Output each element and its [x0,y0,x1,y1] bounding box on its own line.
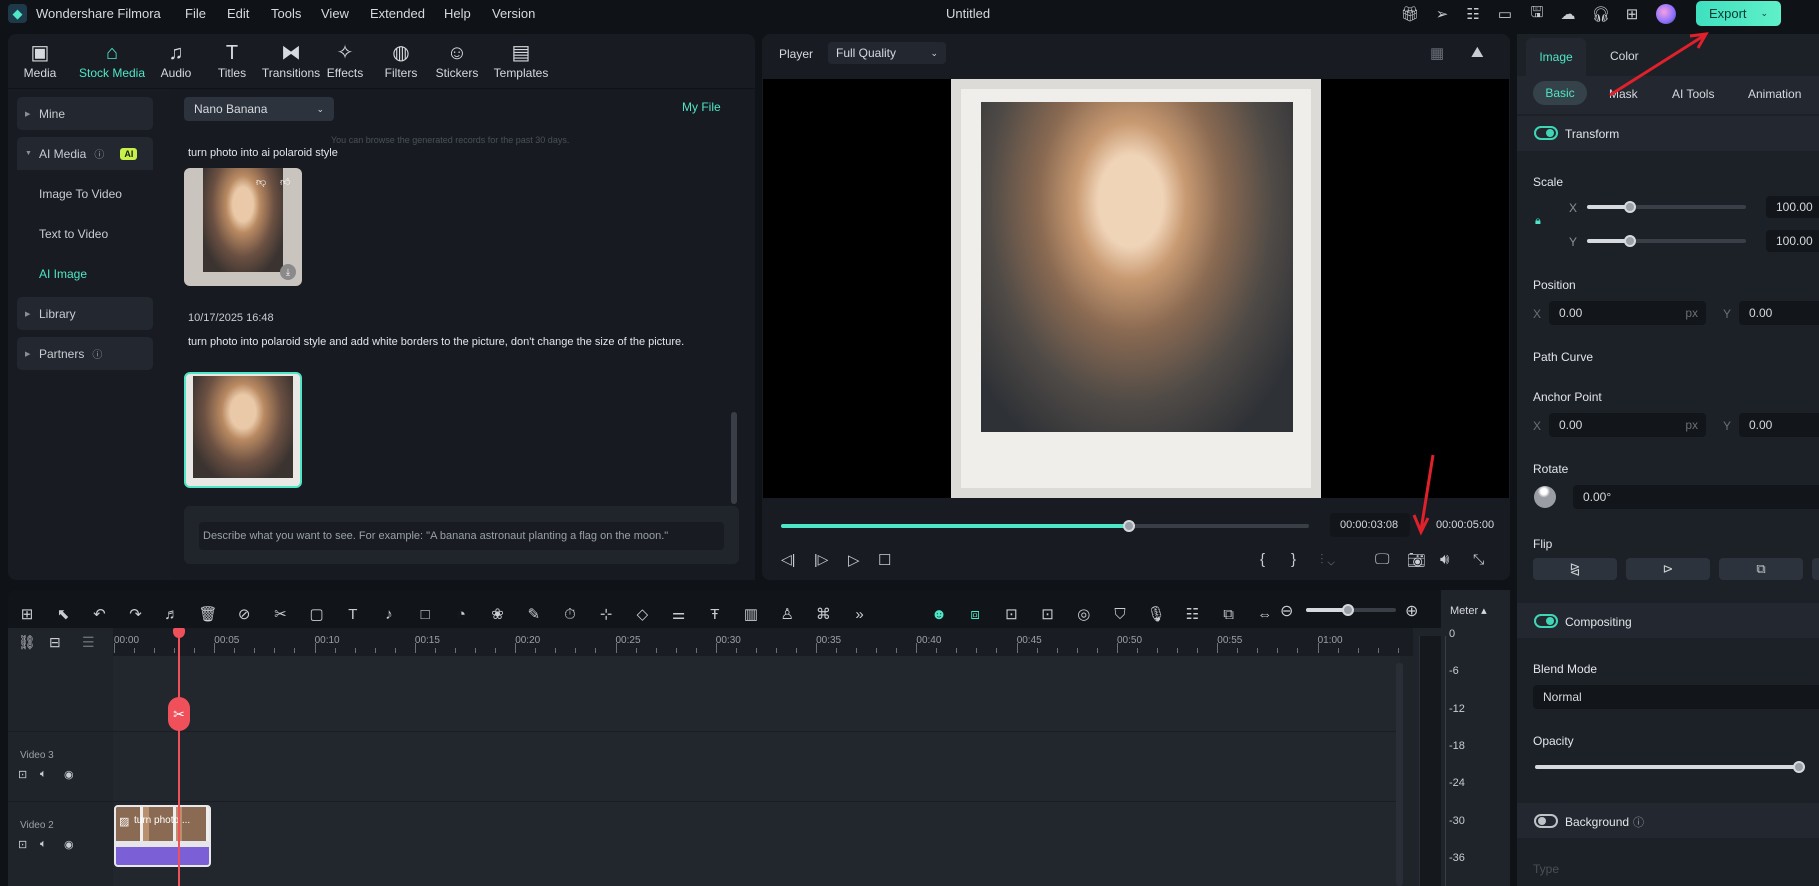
annotation-arrows [1412,32,1709,536]
